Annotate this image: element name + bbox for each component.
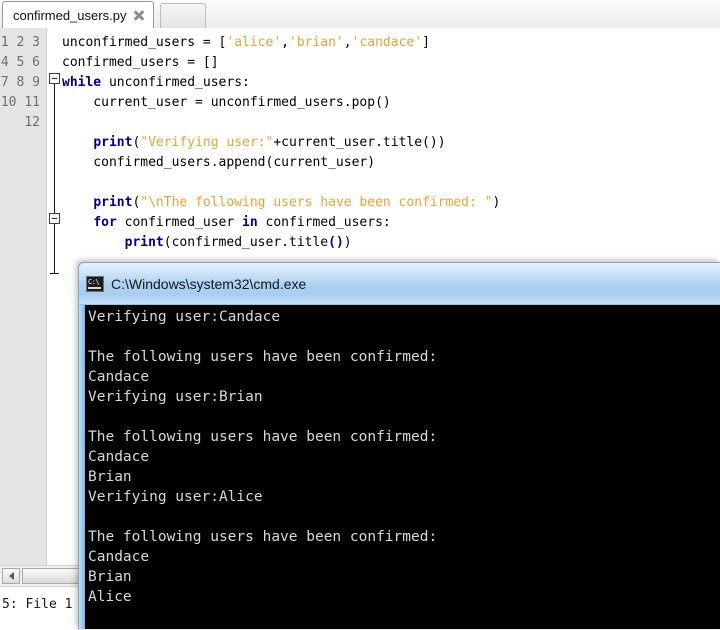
code-token-plain: confirmed_users: [257, 215, 391, 230]
code-token-plain: +current_user.title()) [273, 135, 446, 150]
code-token-plain: unconfirmed_users = [ [62, 35, 227, 50]
fold-end-tick [50, 273, 59, 274]
cmd-icon [86, 275, 104, 292]
chevron-left-icon [8, 572, 14, 580]
scroll-left-button[interactable] [2, 568, 20, 584]
line-number-gutter: 1 2 3 4 5 6 7 8 9 10 11 12 [0, 28, 47, 565]
close-icon[interactable] [133, 9, 145, 21]
code-token-plain: , [281, 35, 289, 50]
scrollbar-thumb[interactable] [22, 568, 80, 584]
code-token-plain: confirmed_users = [] [62, 55, 219, 70]
line-numbers: 1 2 3 4 5 6 7 8 9 10 11 12 [0, 35, 40, 130]
code-token-keyword: () [328, 235, 344, 250]
code-token-string: "Verifying user:" [140, 135, 274, 150]
code-token-plain: ) [492, 195, 501, 210]
code-token-string: "\nThe following users have been confirm… [140, 195, 493, 210]
console-output-area[interactable]: Verifying user:Candace The following use… [85, 305, 720, 629]
code-token-keyword: while [62, 75, 102, 90]
code-line: print("\nThe following users have been c… [62, 193, 500, 213]
fold-marker-line-10[interactable] [49, 213, 60, 224]
code-line: current_user = unconfirmed_users.pop() [62, 93, 500, 113]
code-line: confirmed_users = [] [62, 53, 500, 73]
code-token-keyword: in [242, 215, 258, 230]
code-line: while unconfirmed_users: [62, 73, 500, 93]
tab-confirmed-users-py[interactable]: confirmed_users.py [2, 1, 155, 28]
fold-marker-line-3[interactable] [49, 73, 60, 84]
code-line: unconfirmed_users = ['alice','brian','ca… [62, 33, 500, 53]
code-token-keyword: print [93, 195, 133, 210]
code-line: print("Verifying user:"+current_user.tit… [62, 133, 500, 153]
code-token-plain: ) [343, 235, 352, 250]
code-token-plain: , [343, 35, 352, 50]
tab-label: confirmed_users.py [13, 7, 127, 23]
code-token-plain: current_user = unconfirmed_users.pop() [62, 95, 391, 110]
code-token-keyword: print [93, 135, 133, 150]
code-token-string: 'candace' [351, 35, 423, 50]
code-token-plain: confirmed_users.append(current_user) [62, 155, 376, 170]
status-bar-text: 5: File 1 [2, 597, 73, 612]
fold-guide-line [54, 84, 55, 273]
code-token-plain: unconfirmed_users: [101, 75, 250, 90]
code-token-plain: confirmed_user [116, 215, 243, 230]
cmd-console-window[interactable]: C:\Windows\system32\cmd.exe Verifying us… [78, 262, 720, 629]
editor-tab-strip: confirmed_users.py [0, 0, 720, 29]
code-token-keyword: print [124, 235, 164, 250]
code-token-plain: (confirmed_user.title [163, 235, 329, 250]
console-title-bar[interactable]: C:\Windows\system32\cmd.exe [79, 263, 720, 305]
tab-placeholder [160, 3, 206, 28]
code-line: print(confirmed_user.title()) [62, 233, 500, 253]
code-token-plain: ] [422, 35, 430, 50]
code-folding-column [47, 28, 63, 565]
code-line: for confirmed_user in confirmed_users: [62, 213, 500, 233]
source-code[interactable]: unconfirmed_users = ['alice','brian','ca… [62, 33, 500, 273]
console-title: C:\Windows\system32\cmd.exe [111, 275, 307, 292]
code-token-keyword: for [93, 215, 117, 230]
console-output-text: Verifying user:Candace The following use… [88, 309, 438, 605]
code-line: confirmed_users.append(current_user) [62, 153, 500, 173]
code-token-string: 'brian' [289, 35, 344, 50]
code-token-string: 'alice' [226, 35, 282, 50]
